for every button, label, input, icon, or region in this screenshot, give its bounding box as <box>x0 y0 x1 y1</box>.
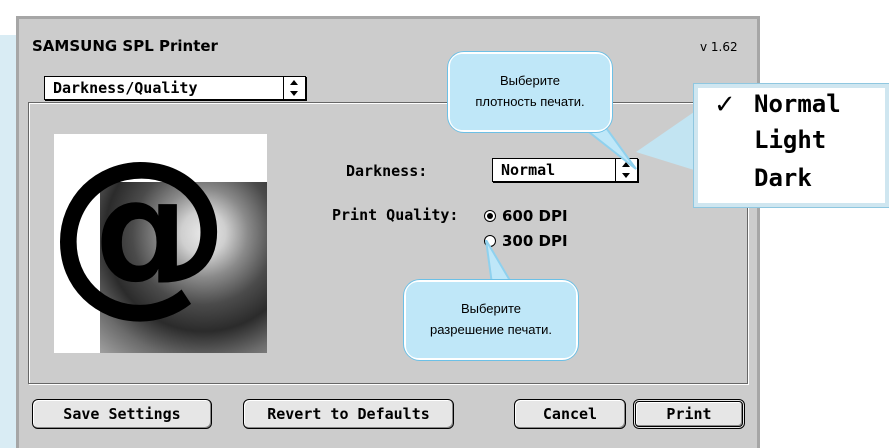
darkness-dropdown-menu: ✓ Normal Light Dark <box>694 84 889 207</box>
dialog-title: SAMSUNG SPL Printer <box>32 37 218 55</box>
at-sign-icon: @ <box>54 134 230 333</box>
section-popup[interactable]: Darkness/Quality <box>44 76 306 100</box>
menu-item-light[interactable]: Light <box>754 126 826 154</box>
radio-button-icon <box>484 210 496 222</box>
resolution-callout: Выберите разрешение печати. <box>404 280 578 360</box>
print-button[interactable]: Print <box>633 399 745 429</box>
radio-600-label: 600 DPI <box>502 207 568 225</box>
resolution-callout-pointer <box>485 240 514 285</box>
save-settings-button[interactable]: Save Settings <box>32 399 212 429</box>
version-label: v 1.62 <box>700 40 738 54</box>
darkness-callout-pointer <box>580 125 637 170</box>
menu-item-dark[interactable]: Dark <box>754 164 812 192</box>
menu-item-normal[interactable]: Normal <box>754 90 841 118</box>
darkness-callout-line1: Выберите <box>499 73 561 89</box>
revert-defaults-button[interactable]: Revert to Defaults <box>243 399 454 429</box>
popup-arrows-icon <box>283 77 305 99</box>
section-popup-label: Darkness/Quality <box>53 79 198 97</box>
resolution-callout-line2: разрешение печати. <box>429 322 553 337</box>
preview-image: @ <box>54 134 267 353</box>
check-icon: ✓ <box>714 90 736 120</box>
darkness-label: Darkness: <box>346 162 428 180</box>
resolution-callout-line1: Выберите <box>460 301 522 317</box>
darkness-callout: Выберите плотность печати. <box>448 52 612 132</box>
darkness-callout-line2: плотность печати. <box>475 94 585 109</box>
left-decorative-strip <box>0 35 16 448</box>
print-quality-label: Print Quality: <box>332 206 459 224</box>
radio-600-dpi[interactable]: 600 DPI <box>484 207 568 225</box>
cancel-button[interactable]: Cancel <box>514 399 626 429</box>
